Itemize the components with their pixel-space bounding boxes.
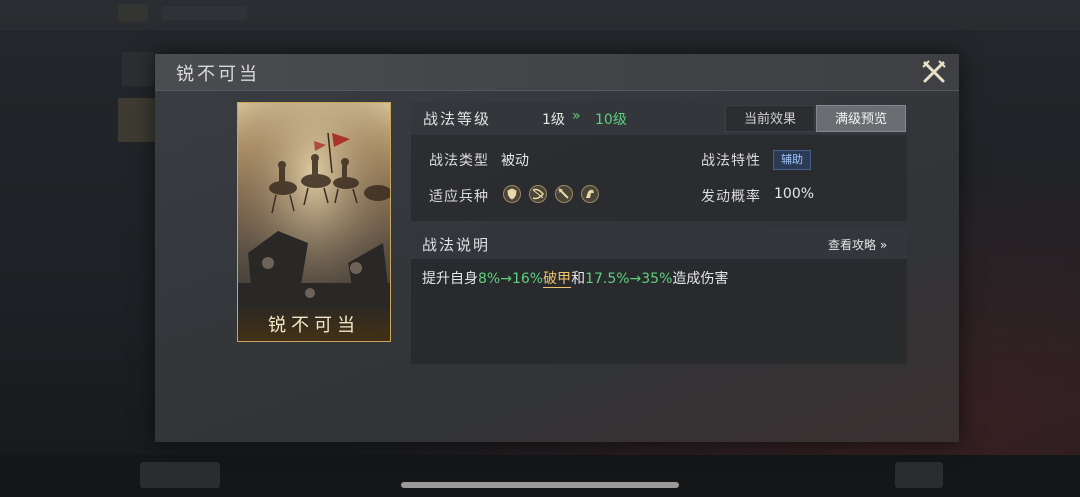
horse-icon	[581, 185, 599, 203]
skill-info-area: 战法类型 被动 战法特性 辅助 适应兵种 发动概率 100%	[411, 135, 907, 221]
armor-break-range: 8%→16%	[478, 271, 544, 287]
tab-max-level-preview[interactable]: 满级预览	[816, 105, 906, 132]
background-top-text	[162, 6, 247, 20]
card-art-image	[238, 103, 390, 341]
description-text: 提升自身8%→16%破甲和17.5%→35%造成伤害	[422, 268, 728, 288]
background-bottom-button	[895, 462, 943, 488]
background-bottom-button	[140, 462, 220, 488]
description-header: 战法说明 查看攻略 »	[411, 227, 907, 259]
spear-icon	[555, 185, 573, 203]
skill-detail-modal: 锐不可当 锐不可当 战法等级 1级 » 10级 当前效果 满级预览 战法类型 被…	[155, 54, 959, 442]
skill-level-row: 战法等级 1级 » 10级 当前效果 满级预览	[411, 102, 907, 135]
skill-type-value: 被动	[501, 153, 529, 169]
card-name: 锐不可当	[268, 315, 360, 336]
background-top-icon	[118, 4, 148, 22]
skill-type-label: 战法类型	[429, 153, 489, 169]
close-icon[interactable]	[920, 58, 948, 86]
damage-range: 17.5%→35%	[585, 271, 673, 287]
tab-current-effect[interactable]: 当前效果	[725, 105, 815, 132]
bow-icon	[529, 185, 547, 203]
description-conjunction: 和	[571, 271, 586, 287]
level-current: 1级	[542, 112, 565, 128]
skill-trait-label: 战法特性	[701, 153, 761, 169]
armor-break-keyword[interactable]: 破甲	[543, 271, 571, 287]
trigger-chance-label: 发动概率	[701, 189, 761, 205]
level-label: 战法等级	[423, 110, 492, 128]
skill-card: 锐不可当	[237, 102, 391, 342]
level-max: 10级	[595, 112, 627, 128]
shield-icon	[503, 185, 521, 203]
troop-types-label: 适应兵种	[429, 189, 489, 205]
description-prefix: 提升自身	[422, 271, 478, 287]
home-indicator[interactable]	[401, 482, 679, 488]
skill-trait-badge: 辅助	[773, 150, 811, 170]
background-side-button	[118, 98, 156, 142]
description-body: 提升自身8%→16%破甲和17.5%→35%造成伤害	[411, 259, 907, 364]
description-title: 战法说明	[422, 236, 491, 254]
trigger-chance-value: 100%	[774, 186, 815, 202]
view-guide-link[interactable]: 查看攻略 »	[828, 236, 887, 253]
modal-header: 锐不可当	[155, 54, 959, 91]
background-side-button	[122, 52, 154, 86]
modal-title: 锐不可当	[176, 64, 260, 85]
level-arrow-icon: »	[572, 108, 580, 124]
description-suffix: 造成伤害	[672, 271, 729, 287]
